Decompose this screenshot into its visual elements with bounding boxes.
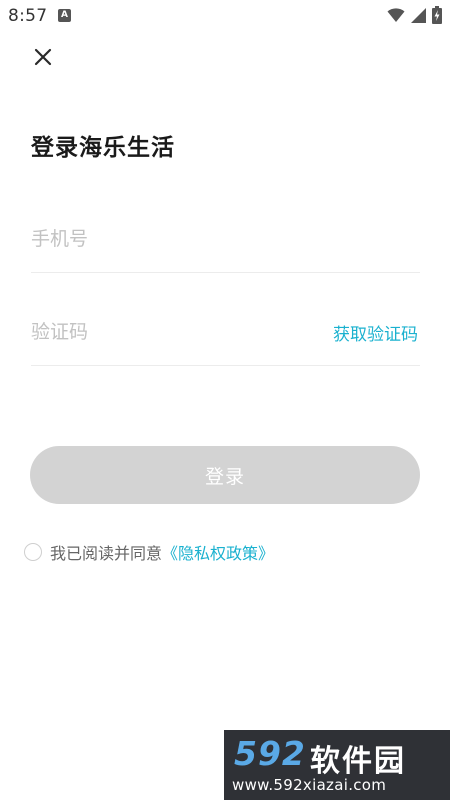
close-icon — [34, 48, 52, 66]
agreement-text: 我已阅读并同意 — [50, 544, 163, 563]
battery-icon — [432, 6, 442, 24]
agree-checkbox[interactable] — [24, 543, 42, 561]
privacy-policy-link[interactable]: 《隐私权政策》 — [162, 540, 274, 564]
watermark-brand-cn: 软件园 — [310, 744, 406, 779]
verification-code-input[interactable] — [31, 312, 291, 352]
status-time: 8:57 — [8, 6, 48, 26]
login-button[interactable]: 登录 — [30, 446, 420, 504]
phone-input[interactable] — [31, 219, 291, 259]
phone-field — [31, 212, 420, 273]
a-notification-icon: A — [58, 9, 71, 22]
page-title: 登录海乐生活 — [31, 135, 175, 161]
agreement-row: 我已阅读并同意 《隐私权政策》 — [24, 540, 274, 564]
watermark-brand: 592 — [234, 734, 306, 773]
verification-code-field: 获取验证码 — [31, 305, 420, 366]
signal-icon — [411, 7, 426, 23]
status-bar: 8:57 A — [0, 0, 450, 32]
close-button[interactable] — [28, 42, 58, 72]
watermark-url: www.592xiazai.com — [232, 776, 387, 794]
wifi-icon — [387, 8, 405, 22]
get-code-button[interactable]: 获取验证码 — [333, 320, 418, 345]
watermark: 592 软件园 www.592xiazai.com — [224, 730, 450, 800]
status-icons — [387, 6, 442, 24]
